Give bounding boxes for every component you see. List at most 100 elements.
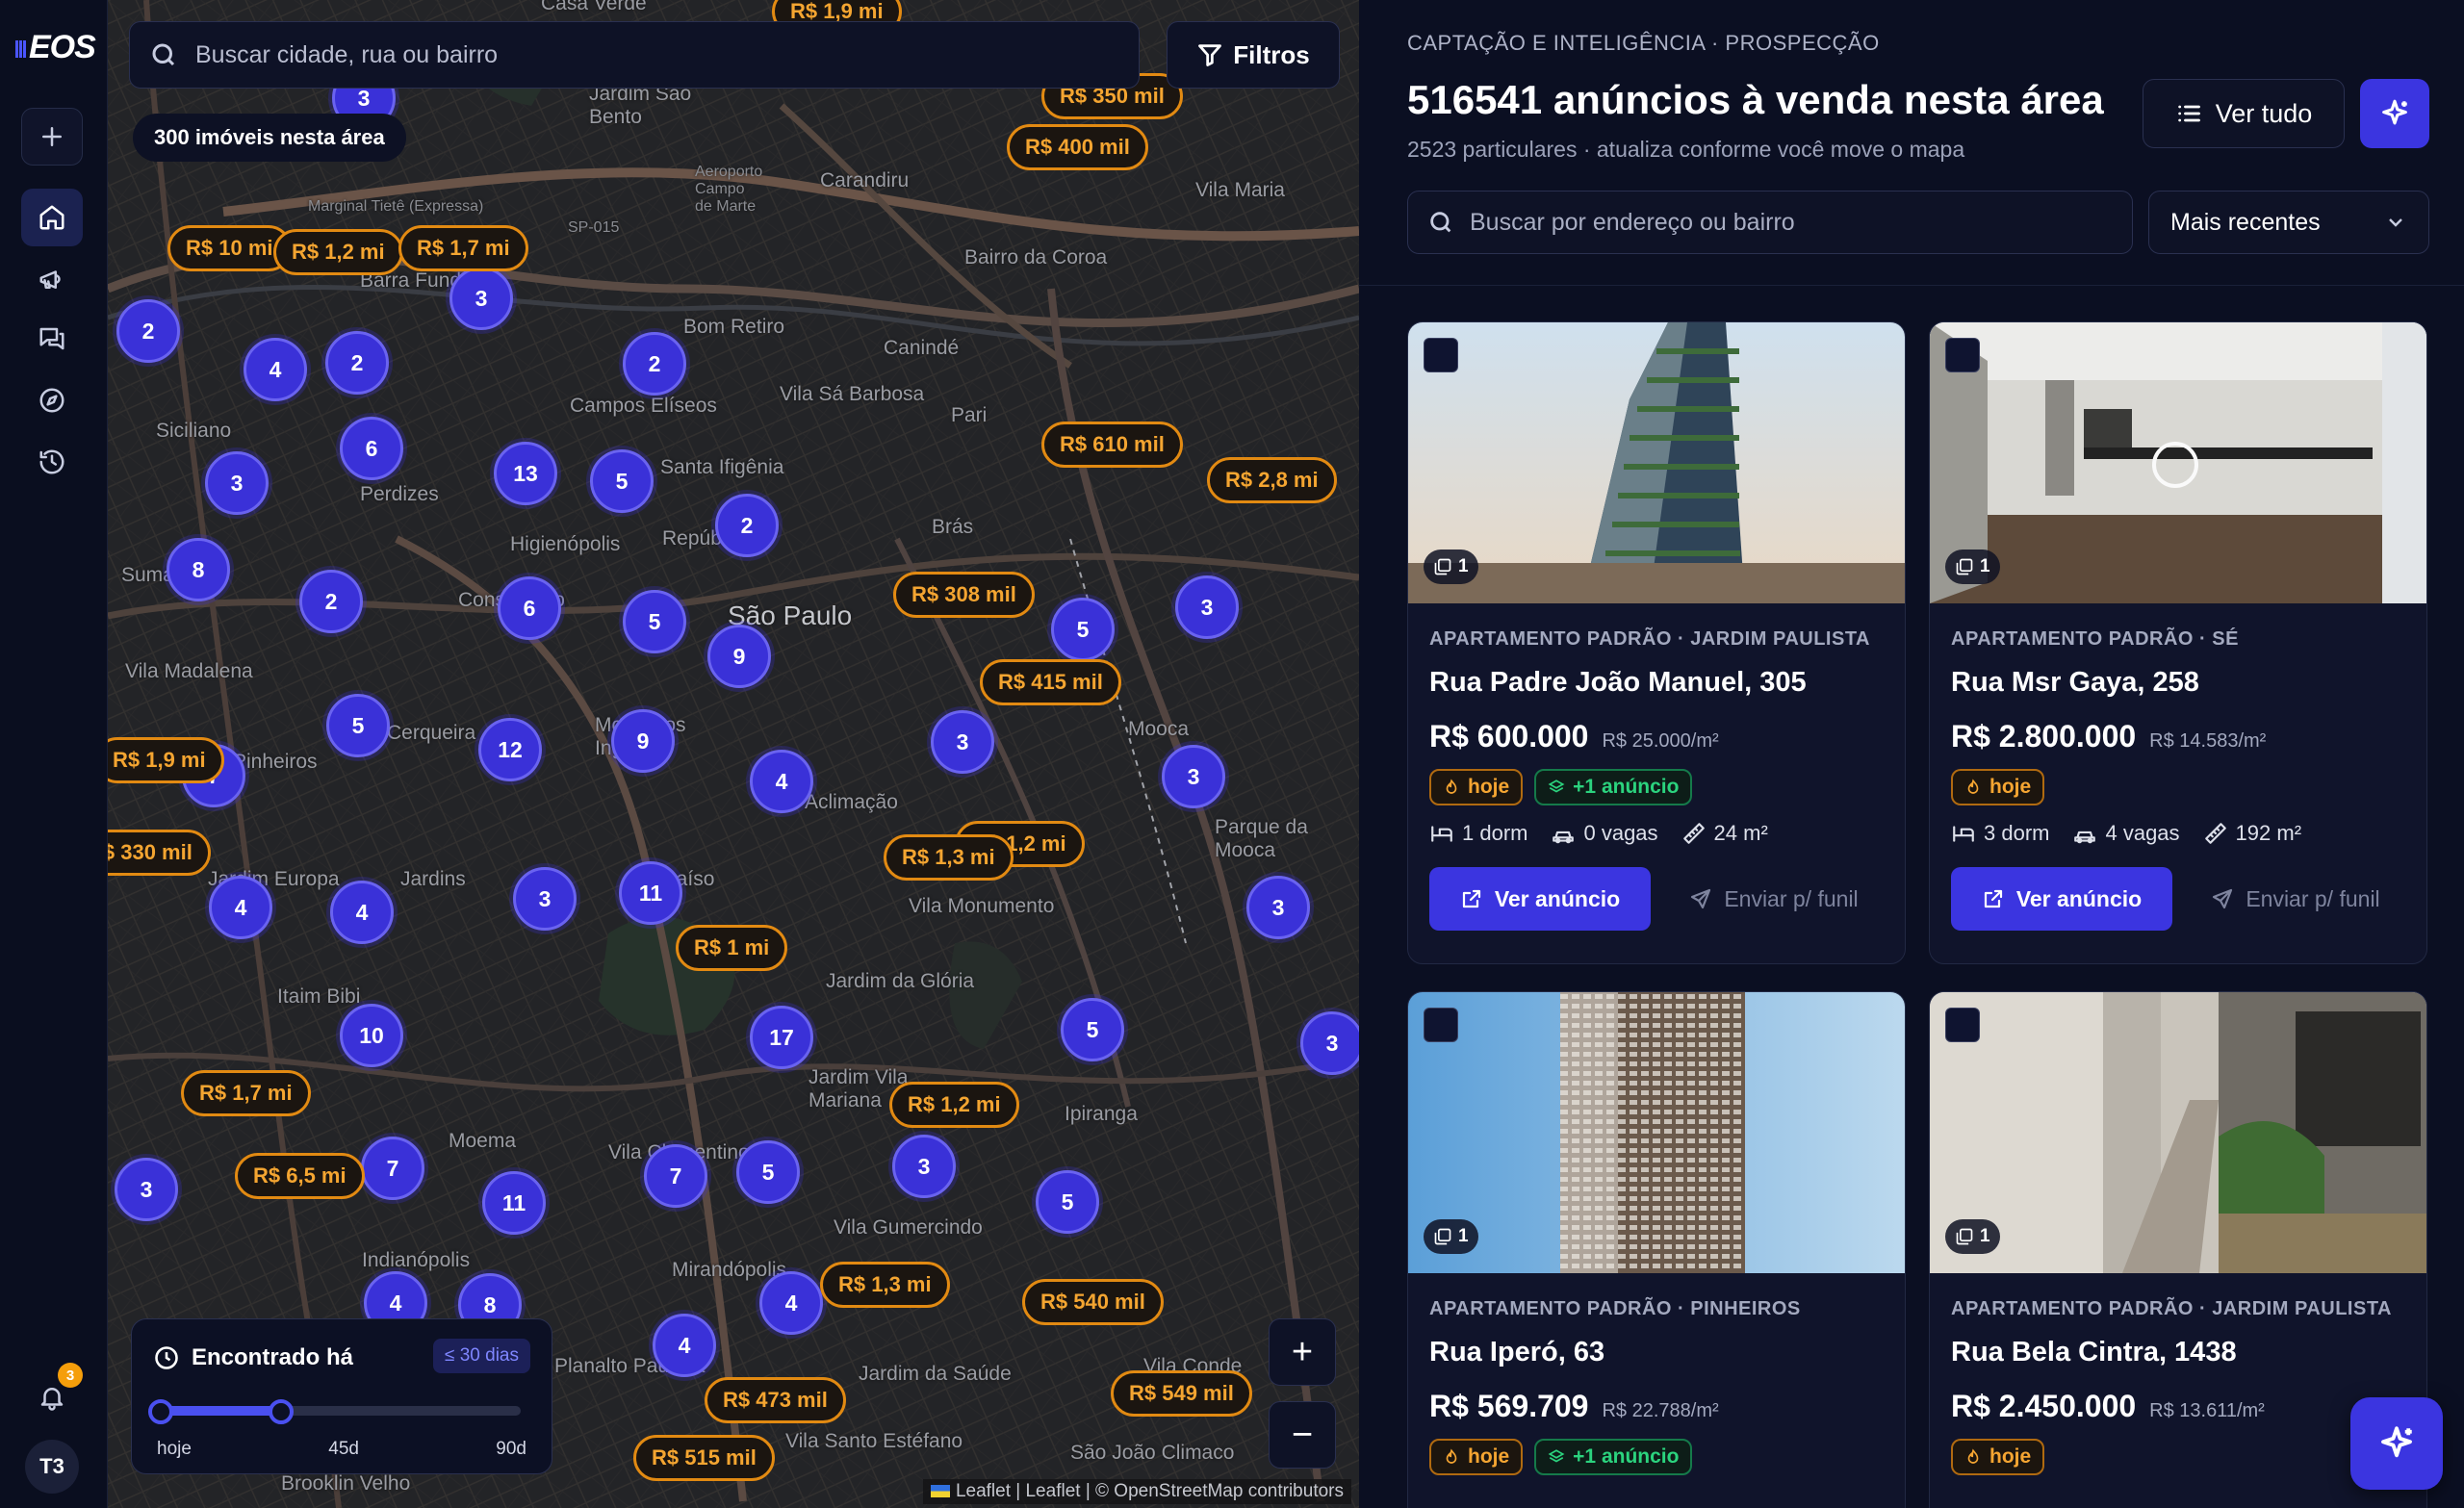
price-pin[interactable]: R$ 1,7 mi [398, 225, 528, 271]
map-cluster[interactable]: 6 [340, 417, 403, 480]
price-pin[interactable]: R$ 1,3 mi [820, 1262, 950, 1308]
map-cluster[interactable]: 4 [653, 1314, 716, 1377]
tag-more-listings[interactable]: +1 anúncio [1534, 769, 1693, 805]
select-checkbox[interactable] [1424, 338, 1458, 372]
map-cluster[interactable]: 8 [167, 538, 230, 601]
found-slider-end-handle[interactable] [268, 1399, 294, 1424]
filters-button[interactable]: Filtros [1167, 21, 1340, 89]
notifications-button[interactable]: 3 [21, 1363, 83, 1426]
map-attribution[interactable]: Leaflet | Leaflet | © OpenStreetMap cont… [922, 1479, 1351, 1504]
map-cluster[interactable]: 5 [1051, 598, 1115, 661]
app-logo[interactable]: EOS [15, 29, 96, 66]
price-pin[interactable]: R$ 400 mil [1007, 124, 1148, 170]
map-cluster[interactable]: 6 [498, 576, 561, 640]
found-slider-start-handle[interactable] [148, 1399, 173, 1424]
map-cluster[interactable]: 3 [1300, 1011, 1359, 1075]
map-cluster[interactable]: 3 [205, 451, 269, 515]
price-pin[interactable]: R$ 1,7 mi [181, 1070, 311, 1116]
map-cluster[interactable]: 3 [1246, 876, 1310, 939]
map-cluster[interactable]: 11 [482, 1171, 546, 1235]
nav-campaigns[interactable] [21, 250, 83, 308]
map-cluster[interactable]: 2 [116, 299, 180, 363]
map-cluster[interactable]: 3 [1175, 575, 1239, 639]
price-pin[interactable]: R$ 308 mil [893, 572, 1035, 618]
map-search-input[interactable]: Buscar cidade, rua ou bairro [129, 21, 1140, 89]
listing-card[interactable]: 1 APARTAMENTO PADRÃO · SÉ Rua Msr Gaya, … [1929, 321, 2427, 964]
price-pin[interactable]: R$ 1,2 mi [889, 1082, 1019, 1128]
send-to-funnel-button[interactable]: Enviar p/ funil [2182, 867, 2409, 931]
price-pin[interactable]: R$ 540 mil [1022, 1279, 1164, 1325]
ai-assist-button[interactable] [2360, 79, 2429, 148]
map-cluster[interactable]: 4 [330, 881, 394, 944]
map-cluster[interactable]: 2 [715, 494, 779, 557]
map-cluster[interactable]: 3 [892, 1135, 956, 1198]
listing-card[interactable]: 1 APARTAMENTO PADRÃO · JARDIM PAULISTA R… [1407, 321, 1906, 964]
map-cluster[interactable]: 2 [623, 332, 686, 396]
nav-home[interactable] [21, 189, 83, 246]
map-cluster[interactable]: 3 [931, 710, 994, 774]
send-to-funnel-button[interactable]: Enviar p/ funil [1660, 867, 1887, 931]
map-cluster[interactable]: 5 [590, 449, 654, 513]
map-cluster[interactable]: 2 [325, 331, 389, 395]
nav-messages[interactable] [21, 310, 83, 368]
price-pin[interactable]: R$ 415 mil [980, 659, 1121, 705]
map-cluster[interactable]: 2 [299, 570, 363, 633]
map-cluster[interactable]: 7 [361, 1137, 424, 1200]
map-cluster[interactable]: 4 [244, 338, 307, 401]
tag-more-listings[interactable]: +1 anúncio [1534, 1439, 1693, 1475]
view-listing-button[interactable]: Ver anúncio [1429, 867, 1651, 931]
price-pin[interactable]: R$ 1,2 mi [273, 229, 403, 275]
price-pin[interactable]: R$ 473 mil [705, 1377, 846, 1423]
add-button[interactable] [21, 108, 83, 166]
map-cluster[interactable]: 3 [115, 1158, 178, 1221]
zoom-in-button[interactable]: + [1269, 1318, 1336, 1386]
price-pin[interactable]: R$ 515 mil [633, 1435, 775, 1481]
listing-photo[interactable]: 1 [1930, 322, 2426, 603]
price-pin[interactable]: R$ 549 mil [1111, 1370, 1252, 1417]
price-pin[interactable]: R$ 6,5 mi [235, 1153, 365, 1199]
zoom-out-button[interactable]: − [1269, 1401, 1336, 1469]
avatar[interactable]: T3 [25, 1440, 79, 1494]
price-pin[interactable]: R$ 1,3 mi [884, 834, 1014, 881]
listing-photo[interactable]: 1 [1408, 992, 1905, 1273]
listing-card[interactable]: 1 APARTAMENTO PADRÃO · PINHEIROS Rua Ipe… [1407, 991, 1906, 1508]
photo-count[interactable]: 1 [1424, 1219, 1478, 1254]
map-cluster[interactable]: 10 [340, 1004, 403, 1067]
price-pin[interactable]: R$ 610 mil [1041, 422, 1183, 468]
map-cluster[interactable]: 9 [611, 709, 675, 773]
sort-select[interactable]: Mais recentes [2148, 191, 2429, 254]
map-cluster[interactable]: 7 [644, 1144, 707, 1208]
map-cluster[interactable]: 11 [619, 861, 682, 925]
map-cluster[interactable]: 12 [478, 718, 542, 781]
map-cluster[interactable]: 5 [623, 590, 686, 653]
photo-count[interactable]: 1 [1424, 550, 1478, 584]
map-cluster[interactable]: 3 [1162, 745, 1225, 808]
select-checkbox[interactable] [1945, 338, 1980, 372]
found-slider-track[interactable] [161, 1406, 521, 1416]
photo-count[interactable]: 1 [1945, 550, 2000, 584]
ai-assist-fab[interactable] [2350, 1397, 2443, 1490]
map-cluster[interactable]: 5 [326, 694, 390, 757]
map-cluster[interactable]: 4 [209, 876, 272, 939]
map-cluster[interactable]: 5 [1061, 998, 1124, 1061]
map-cluster[interactable]: 13 [494, 442, 557, 505]
view-listing-button[interactable]: Ver anúncio [1951, 867, 2172, 931]
map-cluster[interactable]: 9 [707, 625, 771, 688]
select-checkbox[interactable] [1945, 1008, 1980, 1042]
map[interactable]: Casa Verde Jardim São Bento Aeroporto Camp… [108, 0, 1359, 1508]
price-pin[interactable]: R$ 1 mi [676, 925, 788, 971]
map-cluster[interactable]: 3 [513, 867, 577, 931]
map-cluster[interactable]: 4 [750, 750, 813, 813]
map-cluster[interactable]: 5 [736, 1140, 800, 1204]
map-cluster[interactable]: 5 [1036, 1170, 1099, 1234]
price-pin[interactable]: R$ 1,9 mi [108, 737, 224, 783]
select-checkbox[interactable] [1424, 1008, 1458, 1042]
nav-history[interactable] [21, 433, 83, 491]
map-cluster[interactable]: 4 [759, 1271, 823, 1335]
view-all-button[interactable]: Ver tudo [2143, 79, 2345, 148]
map-cluster[interactable]: 3 [449, 267, 513, 330]
listing-photo[interactable]: 1 [1408, 322, 1905, 603]
map-cluster[interactable]: 17 [750, 1006, 813, 1069]
listing-search-input[interactable]: Buscar por endereço ou bairro [1407, 191, 2133, 254]
listing-photo[interactable]: 1 [1930, 992, 2426, 1273]
